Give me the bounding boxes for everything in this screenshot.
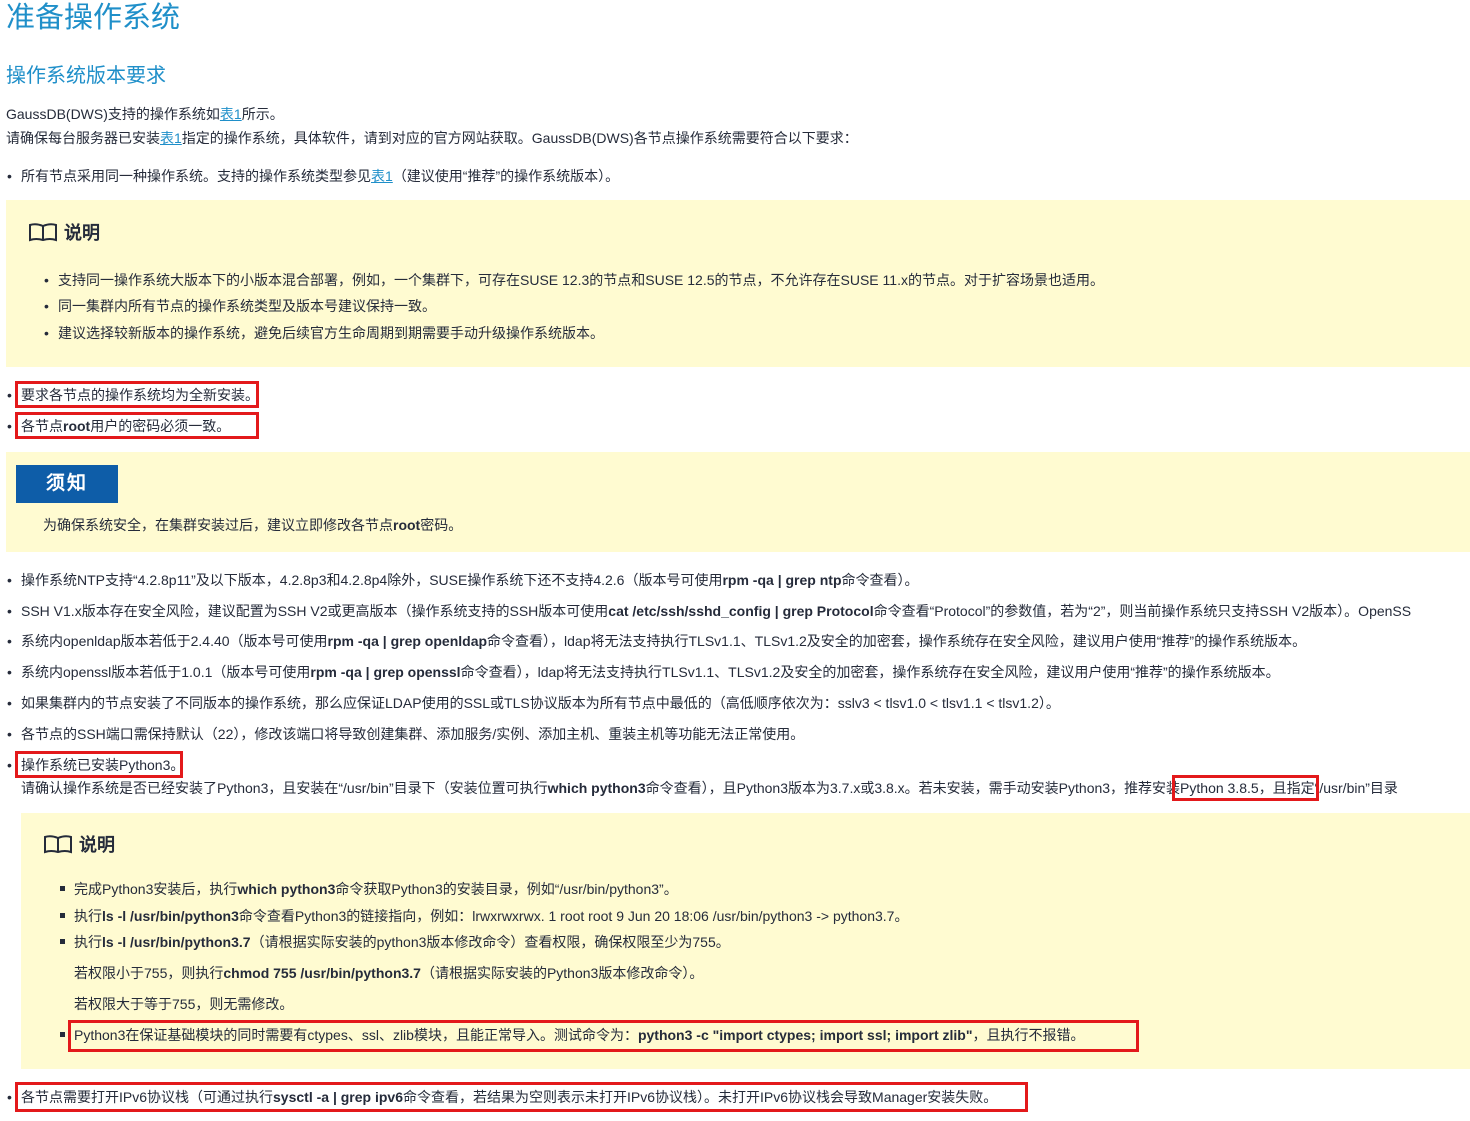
note-subitem: 若权限大于等于755，则无需修改。	[74, 996, 294, 1012]
highlight-box	[68, 1020, 1139, 1052]
note-item: 同一集群内所有节点的操作系统类型及版本号建议保持一致。	[58, 298, 436, 314]
table1-link[interactable]: 表1	[160, 130, 182, 146]
table1-link[interactable]: 表1	[220, 106, 242, 122]
section-title: 操作系统版本要求	[6, 65, 166, 87]
note-subitem: 若权限小于755，则执行chmod 755 /usr/bin/python3.7…	[74, 965, 704, 981]
note-item: 支持同一操作系统大版本下的小版本混合部署，例如，一个集群下，可存在SUSE 12…	[58, 272, 1104, 288]
note-title: 说明	[43, 833, 115, 857]
list-item-openldap: 系统内openldap版本若低于2.4.40（版本号可使用rpm -qa | g…	[21, 633, 1307, 649]
intro-line-2: 请确保每台服务器已安装表1指定的操作系统，具体软件，请到对应的官方网站获取。Ga…	[6, 130, 858, 146]
list-item-ntp: 操作系统NTP支持“4.2.8p11”及以下版本，4.2.8p3和4.2.8p4…	[21, 572, 919, 588]
book-icon	[29, 223, 57, 242]
notice-box	[6, 452, 1470, 552]
highlight-box	[15, 381, 259, 408]
page-title: 准备操作系统	[6, 2, 181, 34]
highlight-box	[15, 751, 183, 778]
highlight-box	[15, 1082, 1028, 1112]
bullet: •	[7, 168, 12, 184]
notice-label: 须知	[16, 465, 118, 503]
book-icon	[44, 835, 72, 854]
list-item-openssl: 系统内openssl版本若低于1.0.1（版本号可使用rpm -qa | gre…	[21, 664, 1280, 680]
notice-text: 为确保系统安全，在集群安装过后，建议立即修改各节点root密码。	[43, 517, 463, 533]
note-item: 执行ls -l /usr/bin/python3.7（请根据实际安装的pytho…	[74, 934, 730, 950]
list-item-tls: 如果集群内的节点安装了不同版本的操作系统，那么应保证LDAP使用的SSL或TLS…	[21, 695, 1060, 711]
note-item: 执行ls -l /usr/bin/python3命令查看Python3的链接指向…	[74, 908, 909, 924]
table1-link[interactable]: 表1	[371, 168, 393, 184]
highlight-box	[15, 412, 259, 439]
note-box: 说明 • 支持同一操作系统大版本下的小版本混合部署，例如，一个集群下，可存在SU…	[6, 200, 1470, 367]
list-item-ssh-port: 各节点的SSH端口需保持默认（22），修改该端口将导致创建集群、添加服务/实例、…	[21, 726, 805, 742]
list-item-same-os: 所有节点采用同一种操作系统。支持的操作系统类型参见表1（建议使用“推荐”的操作系…	[21, 168, 620, 184]
note-item: 完成Python3安装后，执行which python3命令获取Python3的…	[74, 881, 678, 897]
intro-line-1: GaussDB(DWS)支持的操作系统如表1所示。	[6, 106, 284, 122]
list-item-ssh: SSH V1.x版本存在安全风险，建议配置为SSH V2或更高版本（操作系统支持…	[21, 603, 1412, 619]
note-item: 建议选择较新版本的操作系统，避免后续官方生命周期到期需要手动升级操作系统版本。	[58, 325, 604, 341]
highlight-box	[1172, 775, 1319, 801]
note-title: 说明	[28, 221, 100, 245]
